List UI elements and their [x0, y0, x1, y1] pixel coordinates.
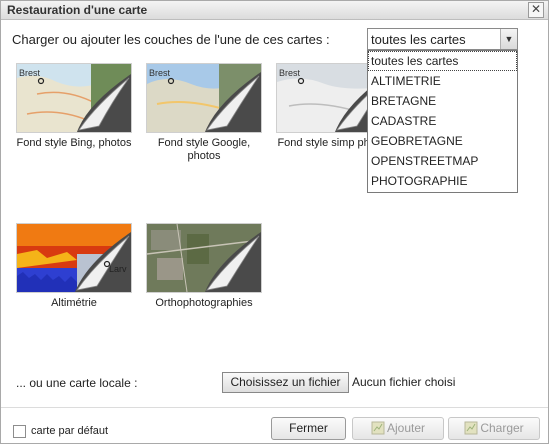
option-bretagne[interactable]: BRETAGNE	[368, 91, 517, 111]
load-button[interactable]: Charger	[448, 417, 540, 440]
map-card-ortho[interactable]: Orthophotographies	[146, 223, 262, 310]
option-openstreetmap[interactable]: OPENSTREETMAP	[368, 151, 517, 171]
title-bar: Restauration d'une carte ✕	[1, 1, 548, 20]
map-thumbnail[interactable]: Larv	[16, 223, 132, 293]
file-status: Aucun fichier choisi	[352, 375, 456, 389]
map-restore-dialog: Restauration d'une carte ✕ Charger ou aj…	[0, 0, 549, 444]
close-button-label: Fermer	[289, 421, 328, 435]
map-card-label: Fond style Google, photos	[157, 137, 251, 162]
load-map-icon	[464, 421, 478, 435]
map-card-bing[interactable]: Brest Fond style Bing, photos	[16, 63, 132, 150]
chevron-down-icon[interactable]: ▼	[500, 29, 517, 49]
city-label: Larv	[109, 264, 127, 274]
option-altimetrie[interactable]: ALTIMETRIE	[368, 71, 517, 91]
map-card-label: Altimétrie	[51, 297, 97, 309]
map-thumbnail[interactable]: Brest	[16, 63, 132, 133]
select-value: toutes les cartes	[371, 32, 466, 47]
maps-prompt: Charger ou ajouter les couches de l'une …	[12, 32, 330, 47]
dialog-title: Restauration d'une carte	[7, 3, 148, 17]
map-category-select[interactable]: toutes les cartes ▼	[367, 28, 518, 50]
map-card-google[interactable]: Brest Fond style Google, photos	[146, 63, 262, 163]
add-map-icon	[371, 421, 385, 435]
map-thumbnail[interactable]	[146, 223, 262, 293]
map-card-label: Orthophotographies	[155, 297, 253, 309]
city-label: Brest	[19, 68, 41, 78]
local-map-label: ... ou une carte locale :	[16, 376, 138, 390]
choose-file-button[interactable]: Choisissez un fichier	[222, 372, 349, 393]
map-thumbnail[interactable]: Brest	[146, 63, 262, 133]
close-icon[interactable]: ✕	[528, 2, 544, 18]
option-cadastre[interactable]: CADASTRE	[368, 111, 517, 131]
add-button[interactable]: Ajouter	[352, 417, 444, 440]
option-photographie[interactable]: PHOTOGRAPHIE	[368, 171, 517, 191]
option-geobretagne[interactable]: GEOBRETAGNE	[368, 131, 517, 151]
map-card-altimetrie[interactable]: Larv Altimétrie	[16, 223, 132, 310]
close-button[interactable]: Fermer	[271, 417, 346, 440]
map-card-label: Fond style Bing, photos	[16, 137, 132, 149]
option-toutes-les-cartes[interactable]: toutes les cartes	[368, 51, 517, 71]
city-label: Brest	[279, 68, 301, 78]
category-dropdown: toutes les cartes ALTIMETRIE BRETAGNE CA…	[367, 50, 518, 193]
default-map-label: carte par défaut	[31, 425, 109, 437]
default-map-checkbox[interactable]	[13, 425, 26, 438]
load-button-label: Charger	[480, 421, 524, 435]
add-button-label: Ajouter	[386, 421, 426, 435]
city-label: Brest	[149, 68, 171, 78]
footer-divider	[1, 407, 548, 408]
